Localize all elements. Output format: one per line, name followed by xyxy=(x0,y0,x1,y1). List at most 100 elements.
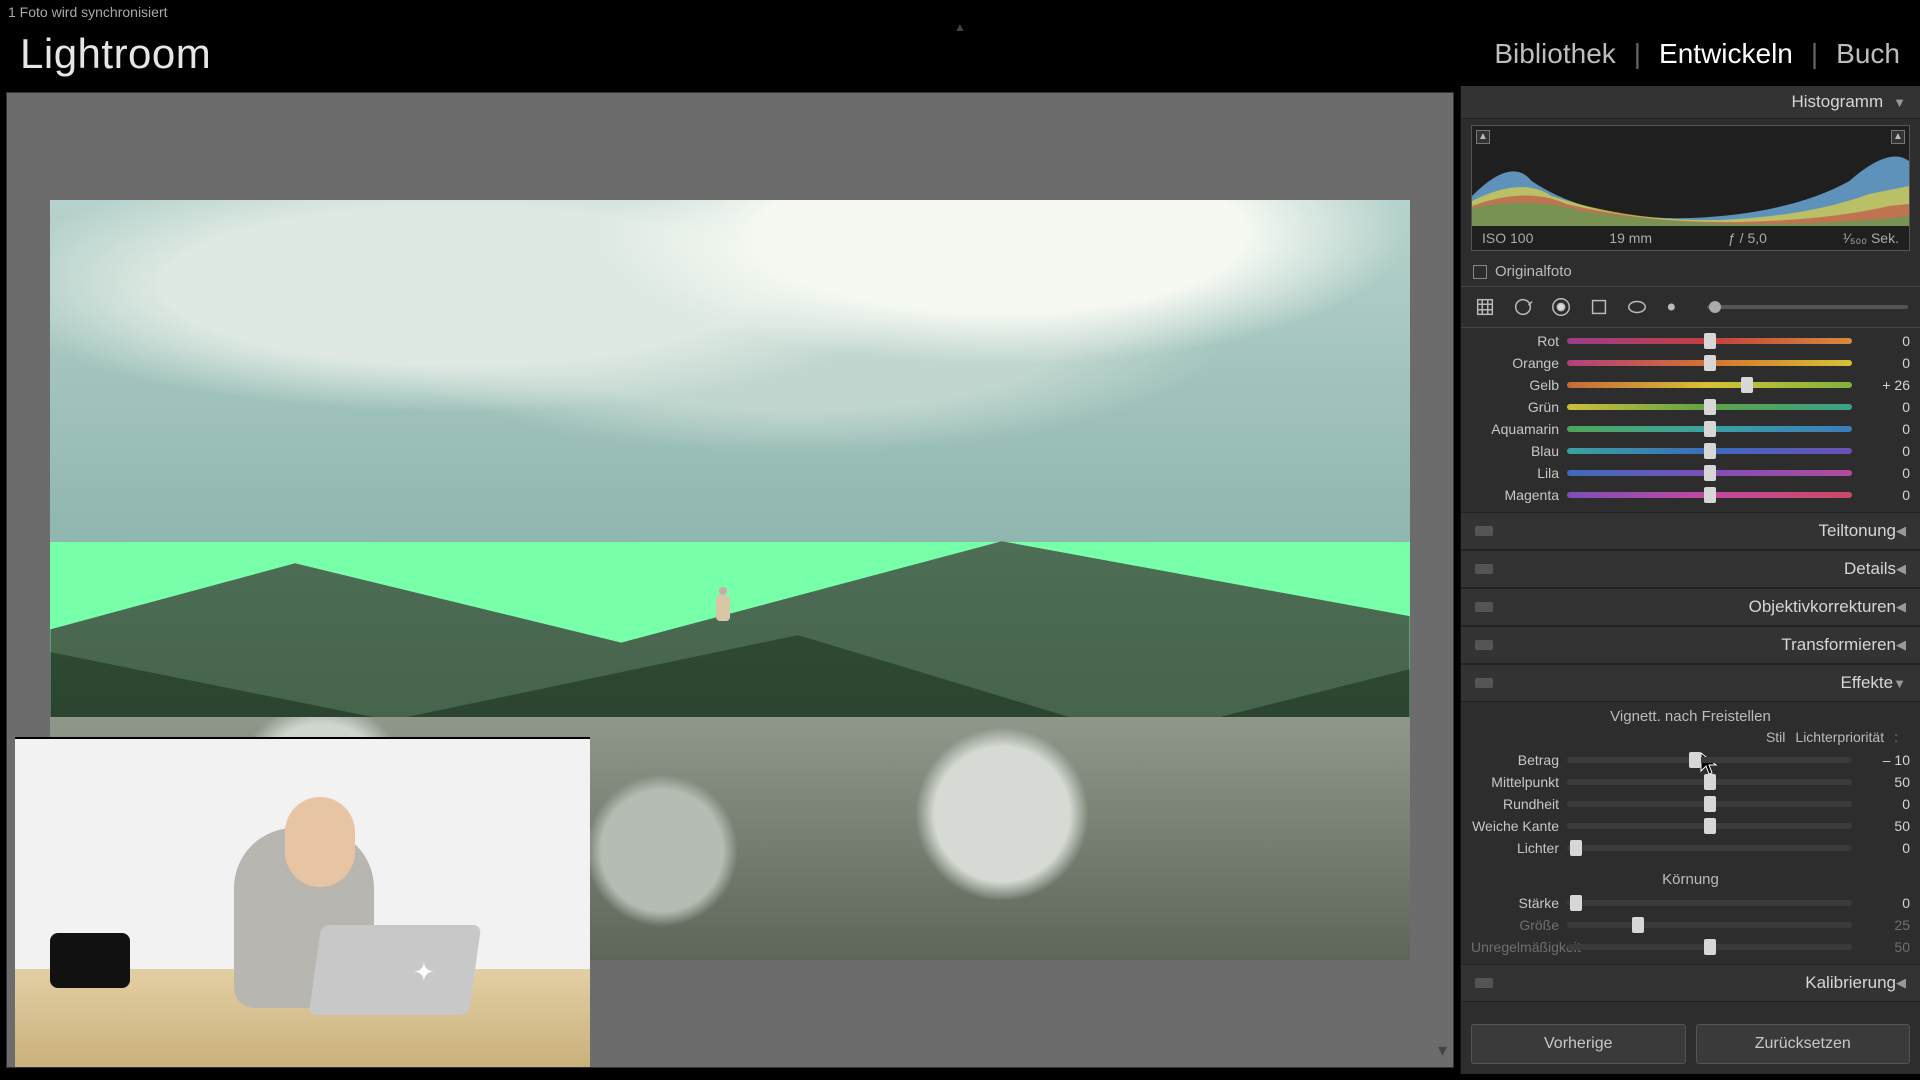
slider-thumb[interactable] xyxy=(1704,774,1716,790)
slider-thumb[interactable] xyxy=(1704,443,1716,459)
slider-thumb[interactable] xyxy=(1704,333,1716,349)
histogram-header[interactable]: Histogramm ▼ xyxy=(1461,86,1920,119)
panel-switch-icon[interactable] xyxy=(1475,678,1493,688)
slider-value[interactable]: 50 xyxy=(1860,818,1910,834)
checkbox-icon[interactable] xyxy=(1473,265,1487,279)
slider-thumb[interactable] xyxy=(1704,465,1716,481)
slider-thumb[interactable] xyxy=(1570,840,1582,856)
slider-value[interactable]: 50 xyxy=(1860,774,1910,790)
slider-thumb[interactable] xyxy=(1704,487,1716,503)
slider-groesse[interactable]: Größe25 xyxy=(1471,914,1910,936)
slider-unregel[interactable]: Unregelmäßigkeit50 xyxy=(1471,936,1910,958)
brush-tool-icon[interactable] xyxy=(1663,295,1687,319)
slider-betrag[interactable]: Betrag– 10 xyxy=(1471,749,1910,771)
slider-thumb[interactable] xyxy=(1704,939,1716,955)
panel-teiltonung[interactable]: Teiltonung◀ xyxy=(1461,512,1920,550)
panel-effekte[interactable]: Effekte▼ xyxy=(1461,664,1920,702)
vignette-style-row[interactable]: Stil Lichterpriorität : xyxy=(1461,727,1920,747)
slider-track[interactable] xyxy=(1567,382,1852,388)
radial-tool-icon[interactable] xyxy=(1625,295,1649,319)
slider-track[interactable] xyxy=(1567,426,1852,432)
slider-rot[interactable]: Rot0 xyxy=(1471,330,1910,352)
slider-value[interactable]: 0 xyxy=(1860,399,1910,415)
panel-objektiv[interactable]: Objektivkorrekturen◀ xyxy=(1461,588,1920,626)
original-toggle[interactable]: Originalfoto xyxy=(1461,257,1920,286)
panel-transform[interactable]: Transformieren◀ xyxy=(1461,626,1920,664)
slider-orange[interactable]: Orange0 xyxy=(1471,352,1910,374)
slider-thumb[interactable] xyxy=(1704,399,1716,415)
histogram-graph[interactable]: ▲ ▲ xyxy=(1472,126,1909,226)
slider-value[interactable]: 0 xyxy=(1860,443,1910,459)
panel-kalibrierung[interactable]: Kalibrierung◀ xyxy=(1461,964,1920,1002)
slider-value[interactable]: – 10 xyxy=(1860,752,1910,768)
slider-value[interactable]: 0 xyxy=(1860,840,1910,856)
photo-canvas[interactable]: ▾ ✦ xyxy=(6,92,1454,1068)
slider-track[interactable] xyxy=(1567,801,1852,807)
panel-switch-icon[interactable] xyxy=(1475,564,1493,574)
slider-thumb[interactable] xyxy=(1632,917,1644,933)
panel-switch-icon[interactable] xyxy=(1475,978,1493,988)
slider-value[interactable]: 0 xyxy=(1860,421,1910,437)
slider-staerke[interactable]: Stärke0 xyxy=(1471,892,1910,914)
slider-value[interactable]: 0 xyxy=(1860,465,1910,481)
reset-button[interactable]: Zurücksetzen xyxy=(1696,1024,1911,1064)
slider-thumb[interactable] xyxy=(1704,796,1716,812)
slider-value[interactable]: 0 xyxy=(1860,355,1910,371)
slider-thumb[interactable] xyxy=(1689,752,1701,768)
slider-value[interactable]: 0 xyxy=(1860,333,1910,349)
slider-value[interactable]: 0 xyxy=(1860,796,1910,812)
slider-track[interactable] xyxy=(1567,448,1852,454)
panel-switch-icon[interactable] xyxy=(1475,640,1493,650)
slider-track[interactable] xyxy=(1567,845,1852,851)
slider-track[interactable] xyxy=(1567,757,1852,763)
slider-mittel[interactable]: Mittelpunkt50 xyxy=(1471,771,1910,793)
slider-lichter[interactable]: Lichter0 xyxy=(1471,837,1910,859)
slider-track[interactable] xyxy=(1567,900,1852,906)
slider-track[interactable] xyxy=(1567,922,1852,928)
slider-track[interactable] xyxy=(1567,360,1852,366)
filmstrip-toggle-icon[interactable]: ▾ xyxy=(1438,1040,1447,1061)
slider-lila[interactable]: Lila0 xyxy=(1471,462,1910,484)
brush-size-slider[interactable] xyxy=(1707,305,1908,309)
slider-value[interactable]: + 26 xyxy=(1860,377,1910,393)
panel-label: Transformieren xyxy=(1493,635,1896,655)
slider-thumb[interactable] xyxy=(1704,818,1716,834)
slider-kante[interactable]: Weiche Kante50 xyxy=(1471,815,1910,837)
slider-track[interactable] xyxy=(1567,944,1852,950)
module-develop[interactable]: Entwickeln xyxy=(1659,38,1793,70)
slider-thumb[interactable] xyxy=(1741,377,1753,393)
module-library[interactable]: Bibliothek xyxy=(1494,38,1615,70)
slider-rund[interactable]: Rundheit0 xyxy=(1471,793,1910,815)
slider-blau[interactable]: Blau0 xyxy=(1471,440,1910,462)
slider-thumb[interactable] xyxy=(1570,895,1582,911)
module-book[interactable]: Buch xyxy=(1836,38,1900,70)
panel-details[interactable]: Details◀ xyxy=(1461,550,1920,588)
slider-track[interactable] xyxy=(1567,338,1852,344)
slider-track[interactable] xyxy=(1567,470,1852,476)
slider-track[interactable] xyxy=(1567,492,1852,498)
clip-highlights-icon[interactable]: ▲ xyxy=(1891,130,1905,144)
slider-gelb[interactable]: Gelb+ 26 xyxy=(1471,374,1910,396)
slider-value[interactable]: 0 xyxy=(1860,895,1910,911)
redeye-tool-icon[interactable] xyxy=(1549,295,1573,319)
slider-mag[interactable]: Magenta0 xyxy=(1471,484,1910,506)
slider-value[interactable]: 50 xyxy=(1860,939,1910,955)
panel-switch-icon[interactable] xyxy=(1475,602,1493,612)
gradient-tool-icon[interactable] xyxy=(1587,295,1611,319)
dropdown-icon[interactable]: : xyxy=(1894,729,1898,745)
slider-track[interactable] xyxy=(1567,404,1852,410)
panel-switch-icon[interactable] xyxy=(1475,526,1493,536)
crop-tool-icon[interactable] xyxy=(1473,295,1497,319)
slider-value[interactable]: 25 xyxy=(1860,917,1910,933)
stil-value[interactable]: Lichterpriorität xyxy=(1795,729,1884,745)
slider-thumb[interactable] xyxy=(1704,421,1716,437)
slider-grun[interactable]: Grün0 xyxy=(1471,396,1910,418)
slider-thumb[interactable] xyxy=(1704,355,1716,371)
slider-track[interactable] xyxy=(1567,823,1852,829)
slider-aqua[interactable]: Aquamarin0 xyxy=(1471,418,1910,440)
slider-value[interactable]: 0 xyxy=(1860,487,1910,503)
previous-button[interactable]: Vorherige xyxy=(1471,1024,1686,1064)
slider-track[interactable] xyxy=(1567,779,1852,785)
spot-tool-icon[interactable] xyxy=(1511,295,1535,319)
clip-shadows-icon[interactable]: ▲ xyxy=(1476,130,1490,144)
